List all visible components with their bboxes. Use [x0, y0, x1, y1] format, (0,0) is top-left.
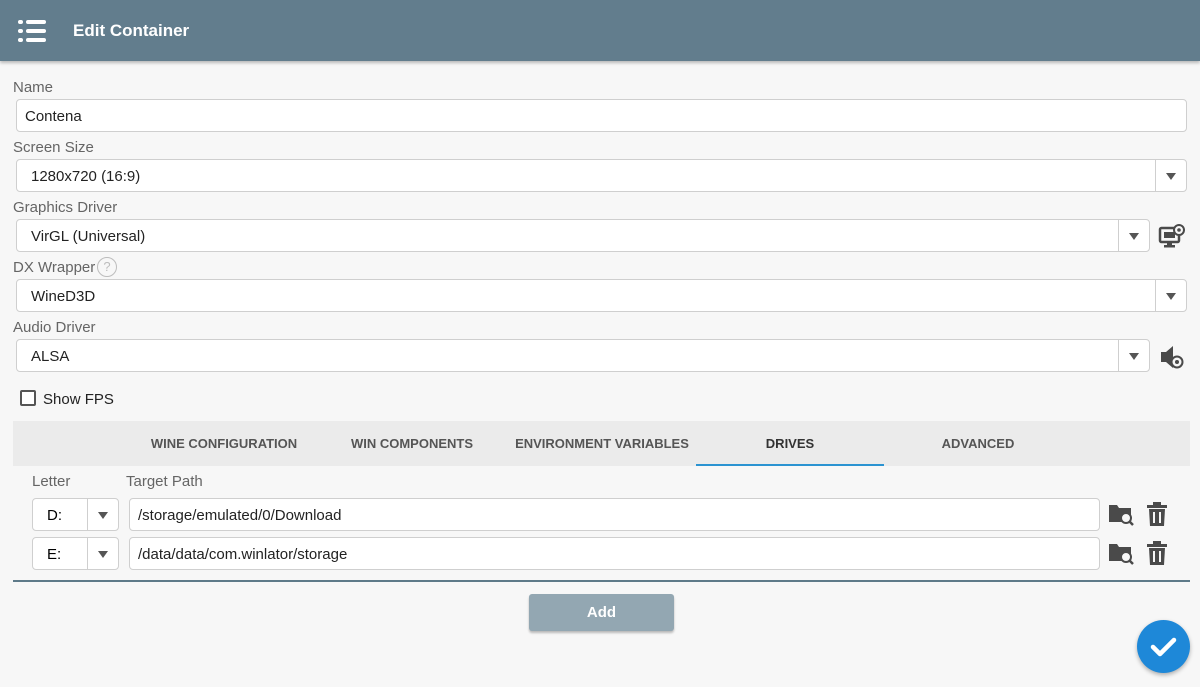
screen-size-label: Screen Size: [13, 139, 94, 156]
drive-letter-value: E:: [47, 546, 62, 563]
audio-driver-select[interactable]: ALSA: [16, 339, 1150, 372]
drive-letter-select[interactable]: D:: [32, 498, 119, 531]
dropdown-divider: [1118, 220, 1119, 251]
section-divider: [13, 580, 1190, 582]
show-fps-label: Show FPS: [43, 391, 114, 408]
name-input-value: Contena: [25, 108, 82, 125]
name-input[interactable]: Contena: [16, 99, 1187, 132]
graphics-driver-value: VirGL (Universal): [31, 228, 146, 245]
screen-size-value: 1280x720 (16:9): [31, 168, 141, 185]
tab-win-components[interactable]: WIN COMPONENTS: [331, 421, 493, 466]
drive-path-input[interactable]: /data/data/com.winlator/storage: [129, 537, 1100, 570]
tab-environment-variables[interactable]: ENVIRONMENT VARIABLES: [501, 421, 703, 466]
confirm-button[interactable]: [1137, 620, 1190, 673]
page-title: Edit Container: [73, 21, 190, 40]
browse-folder-icon[interactable]: [1107, 500, 1135, 528]
graphics-driver-label: Graphics Driver: [13, 199, 118, 216]
dx-wrapper-label: DX Wrapper: [13, 259, 96, 276]
tab-bar: WINE CONFIGURATION WIN COMPONENTS ENVIRO…: [13, 421, 1190, 466]
drive-path-value: /data/data/com.winlator/storage: [138, 546, 348, 563]
name-label: Name: [13, 79, 54, 96]
checkmark-icon: [1150, 637, 1177, 657]
audio-driver-label: Audio Driver: [13, 319, 96, 336]
letter-column-header: Letter: [32, 473, 71, 490]
browse-folder-icon[interactable]: [1107, 539, 1135, 567]
chevron-down-icon: [1166, 293, 1176, 300]
chevron-down-icon: [1166, 173, 1176, 180]
dropdown-divider: [1155, 280, 1156, 311]
chevron-down-icon: [1129, 353, 1139, 360]
help-icon[interactable]: ?: [97, 257, 117, 277]
graphics-driver-select[interactable]: VirGL (Universal): [16, 219, 1150, 252]
tab-advanced[interactable]: ADVANCED: [903, 421, 1053, 466]
app-header: Edit Container: [0, 0, 1200, 61]
audio-driver-value: ALSA: [31, 348, 70, 365]
dropdown-divider: [1118, 340, 1119, 371]
dropdown-divider: [1155, 160, 1156, 191]
active-tab-indicator: [696, 464, 884, 466]
target-path-column-header: Target Path: [126, 473, 203, 490]
tab-drives[interactable]: DRIVES: [696, 421, 884, 466]
monitor-settings-icon[interactable]: [1158, 223, 1186, 251]
drive-letter-select[interactable]: E:: [32, 537, 119, 570]
drive-path-input[interactable]: /storage/emulated/0/Download: [129, 498, 1100, 531]
menu-icon[interactable]: [18, 20, 46, 42]
dx-wrapper-value: WineD3D: [31, 288, 96, 305]
add-drive-button[interactable]: Add: [529, 594, 674, 631]
show-fps-checkbox[interactable]: [20, 390, 36, 406]
screen-size-select[interactable]: 1280x720 (16:9): [16, 159, 1187, 192]
tab-wine-configuration[interactable]: WINE CONFIGURATION: [131, 421, 317, 466]
speaker-settings-icon[interactable]: [1158, 343, 1186, 371]
dropdown-divider: [87, 538, 88, 569]
chevron-down-icon: [1129, 233, 1139, 240]
trash-icon[interactable]: [1143, 500, 1171, 528]
trash-icon[interactable]: [1143, 539, 1171, 567]
drive-path-value: /storage/emulated/0/Download: [138, 507, 342, 524]
dx-wrapper-select[interactable]: WineD3D: [16, 279, 1187, 312]
chevron-down-icon: [98, 551, 108, 558]
drive-letter-value: D:: [47, 507, 62, 524]
dropdown-divider: [87, 499, 88, 530]
chevron-down-icon: [98, 512, 108, 519]
